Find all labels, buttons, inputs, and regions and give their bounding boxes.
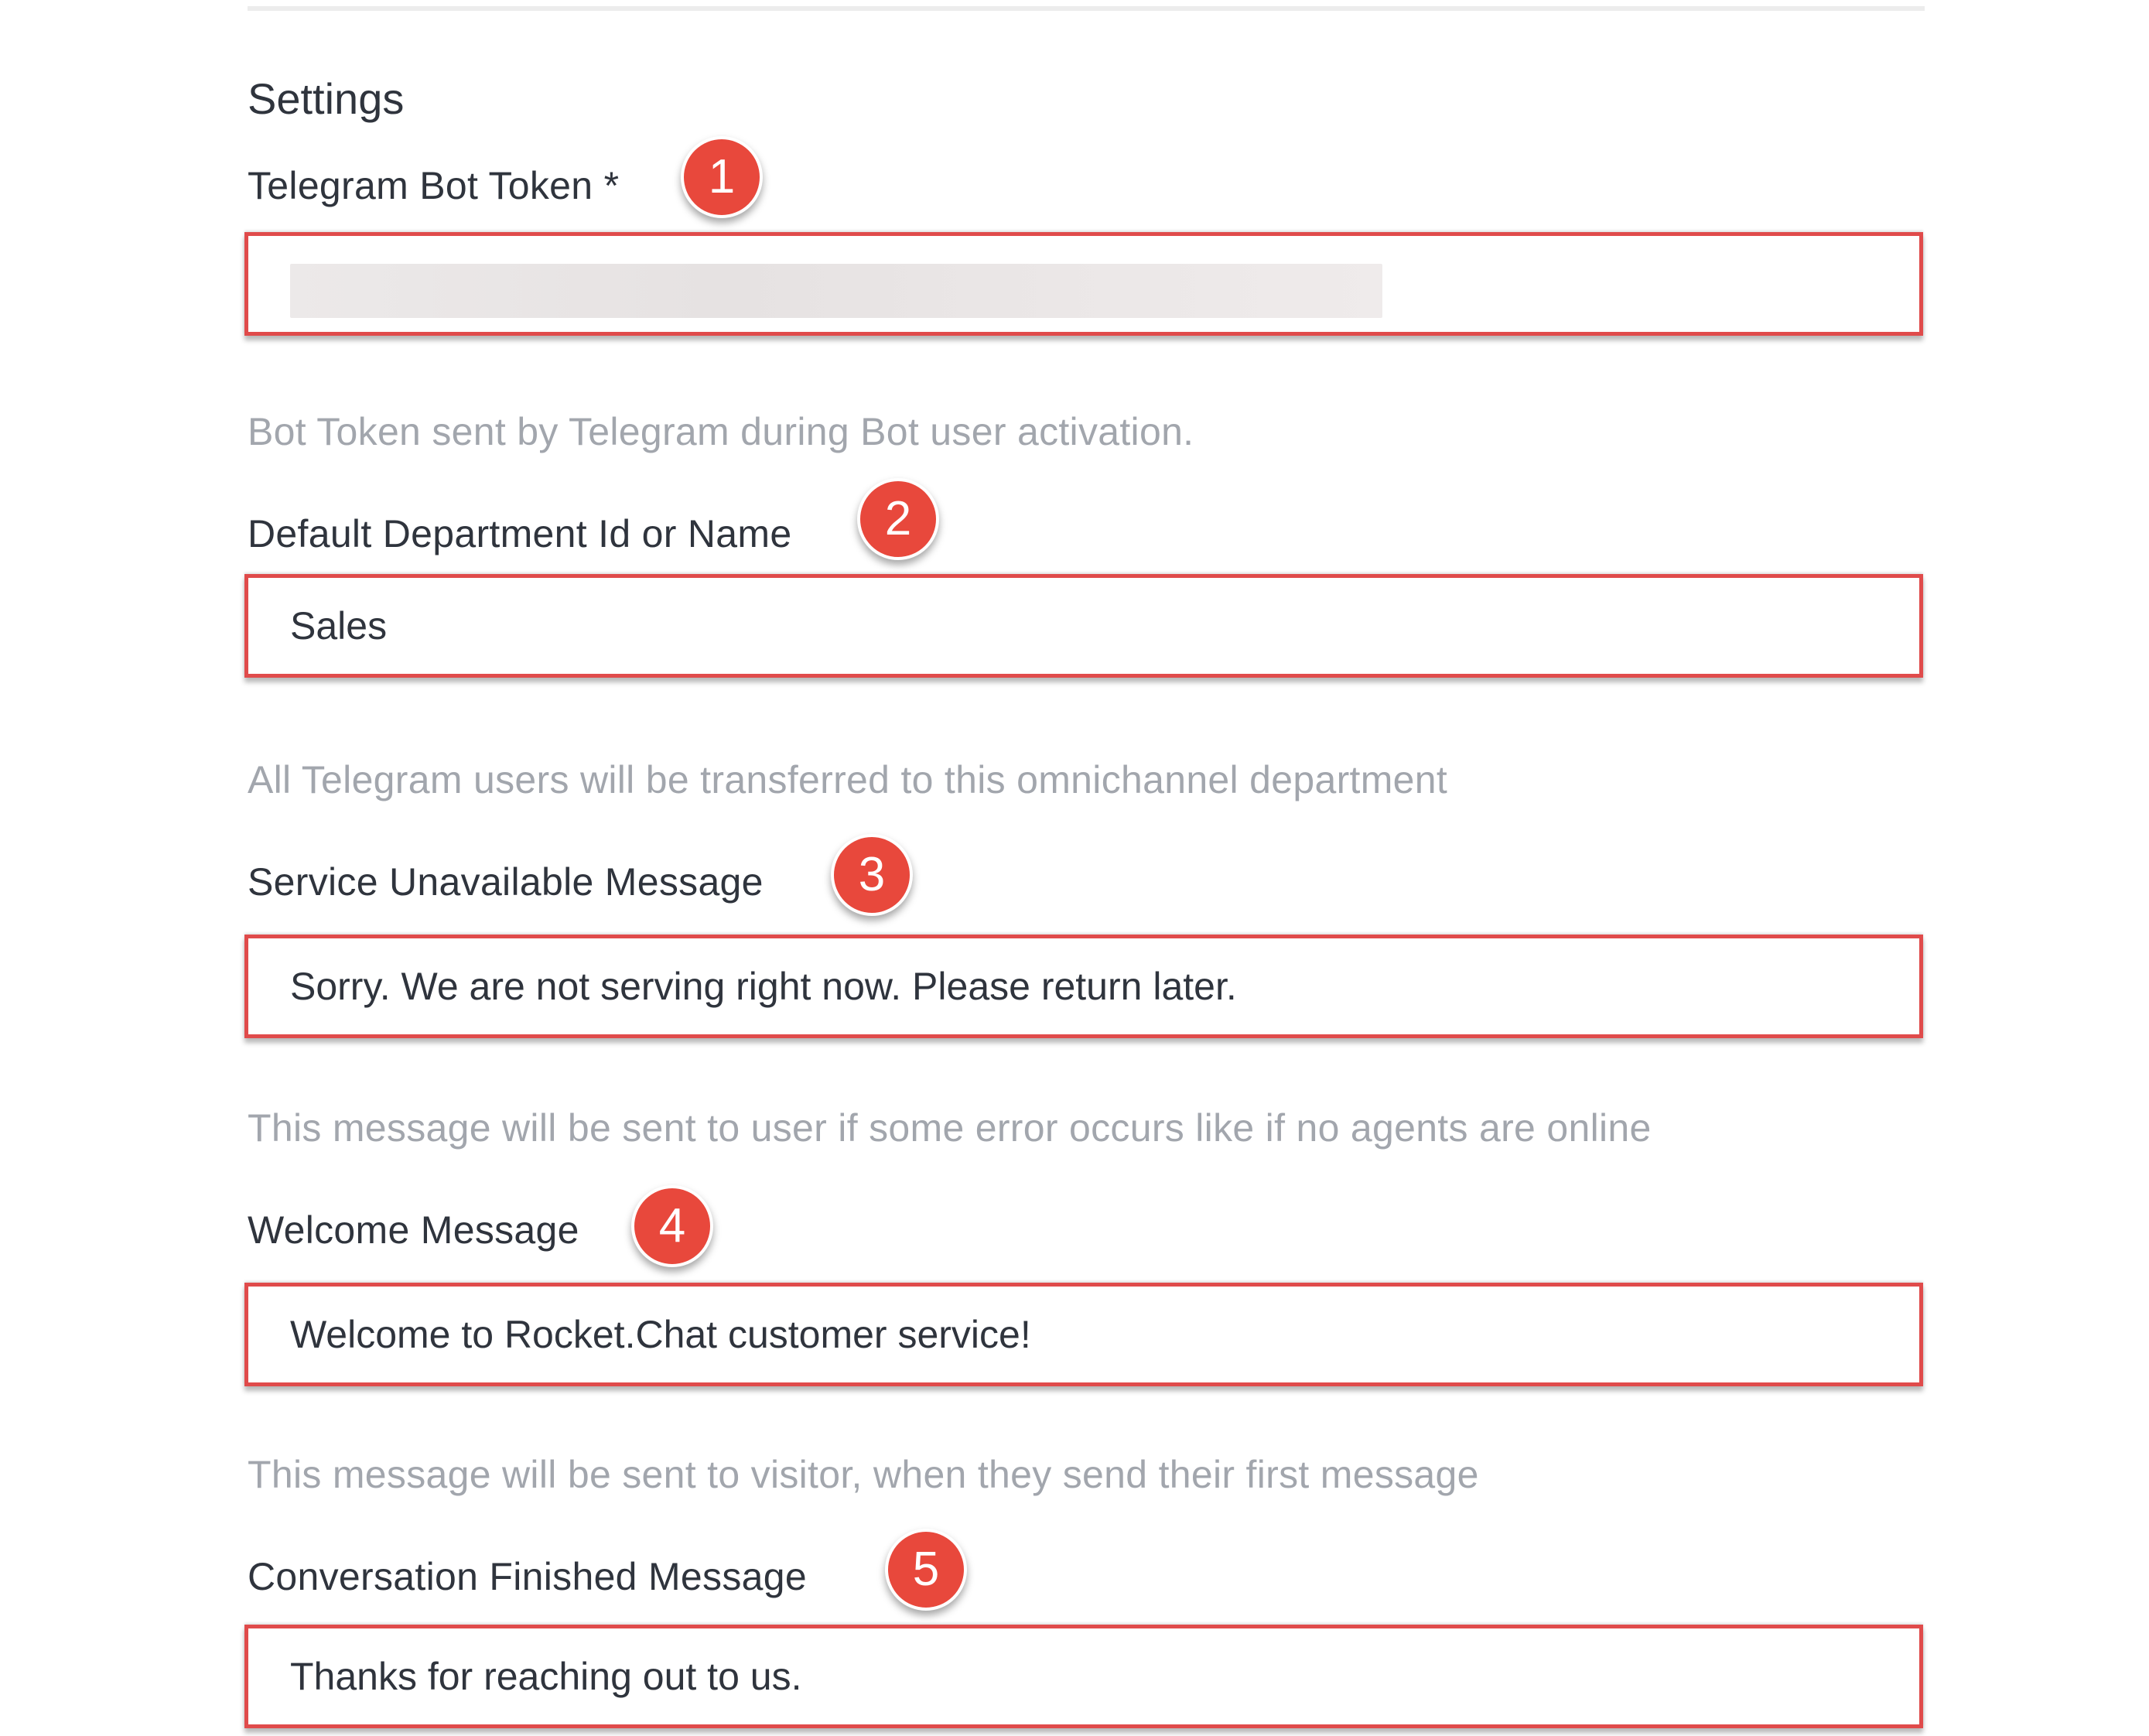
field-label: Service Unavailable Message <box>248 860 764 904</box>
welcome-message-input[interactable]: Welcome to Rocket.Chat customer service! <box>290 1287 1868 1382</box>
callout-badge-3: 3 <box>831 834 913 916</box>
welcome-message-input-box[interactable]: Welcome to Rocket.Chat customer service! <box>244 1283 1923 1386</box>
field-label: Default Department Id or Name <box>248 512 792 555</box>
field-label: Welcome Message <box>248 1208 579 1252</box>
conversation-finished-input[interactable]: Thanks for reaching out to us. <box>290 1628 1868 1724</box>
bot-token-input-box[interactable] <box>244 232 1923 336</box>
service-unavailable-input[interactable]: Sorry. We are not serving right now. Ple… <box>290 938 1868 1034</box>
callout-badge-4: 4 <box>631 1185 713 1267</box>
callout-badge-2: 2 <box>857 478 939 560</box>
callout-badge-5: 5 <box>885 1529 967 1611</box>
department-input-box[interactable]: Sales <box>244 574 1923 678</box>
field-label: Telegram Bot Token * <box>248 164 620 207</box>
field-hint: All Telegram users will be transferred t… <box>248 758 1448 801</box>
field-label: Conversation Finished Message <box>248 1555 807 1598</box>
masked-token-value <box>290 264 1382 318</box>
top-divider <box>248 6 1925 11</box>
service-unavailable-input-box[interactable]: Sorry. We are not serving right now. Ple… <box>244 935 1923 1038</box>
department-input[interactable]: Sales <box>290 578 1868 674</box>
field-hint: This message will be sent to visitor, wh… <box>248 1453 1479 1496</box>
callout-badge-1: 1 <box>681 136 763 218</box>
field-hint: This message will be sent to user if som… <box>248 1106 1652 1150</box>
section-title: Settings <box>248 74 405 123</box>
conversation-finished-input-box[interactable]: Thanks for reaching out to us. <box>244 1625 1923 1728</box>
field-hint: Bot Token sent by Telegram during Bot us… <box>248 410 1194 453</box>
